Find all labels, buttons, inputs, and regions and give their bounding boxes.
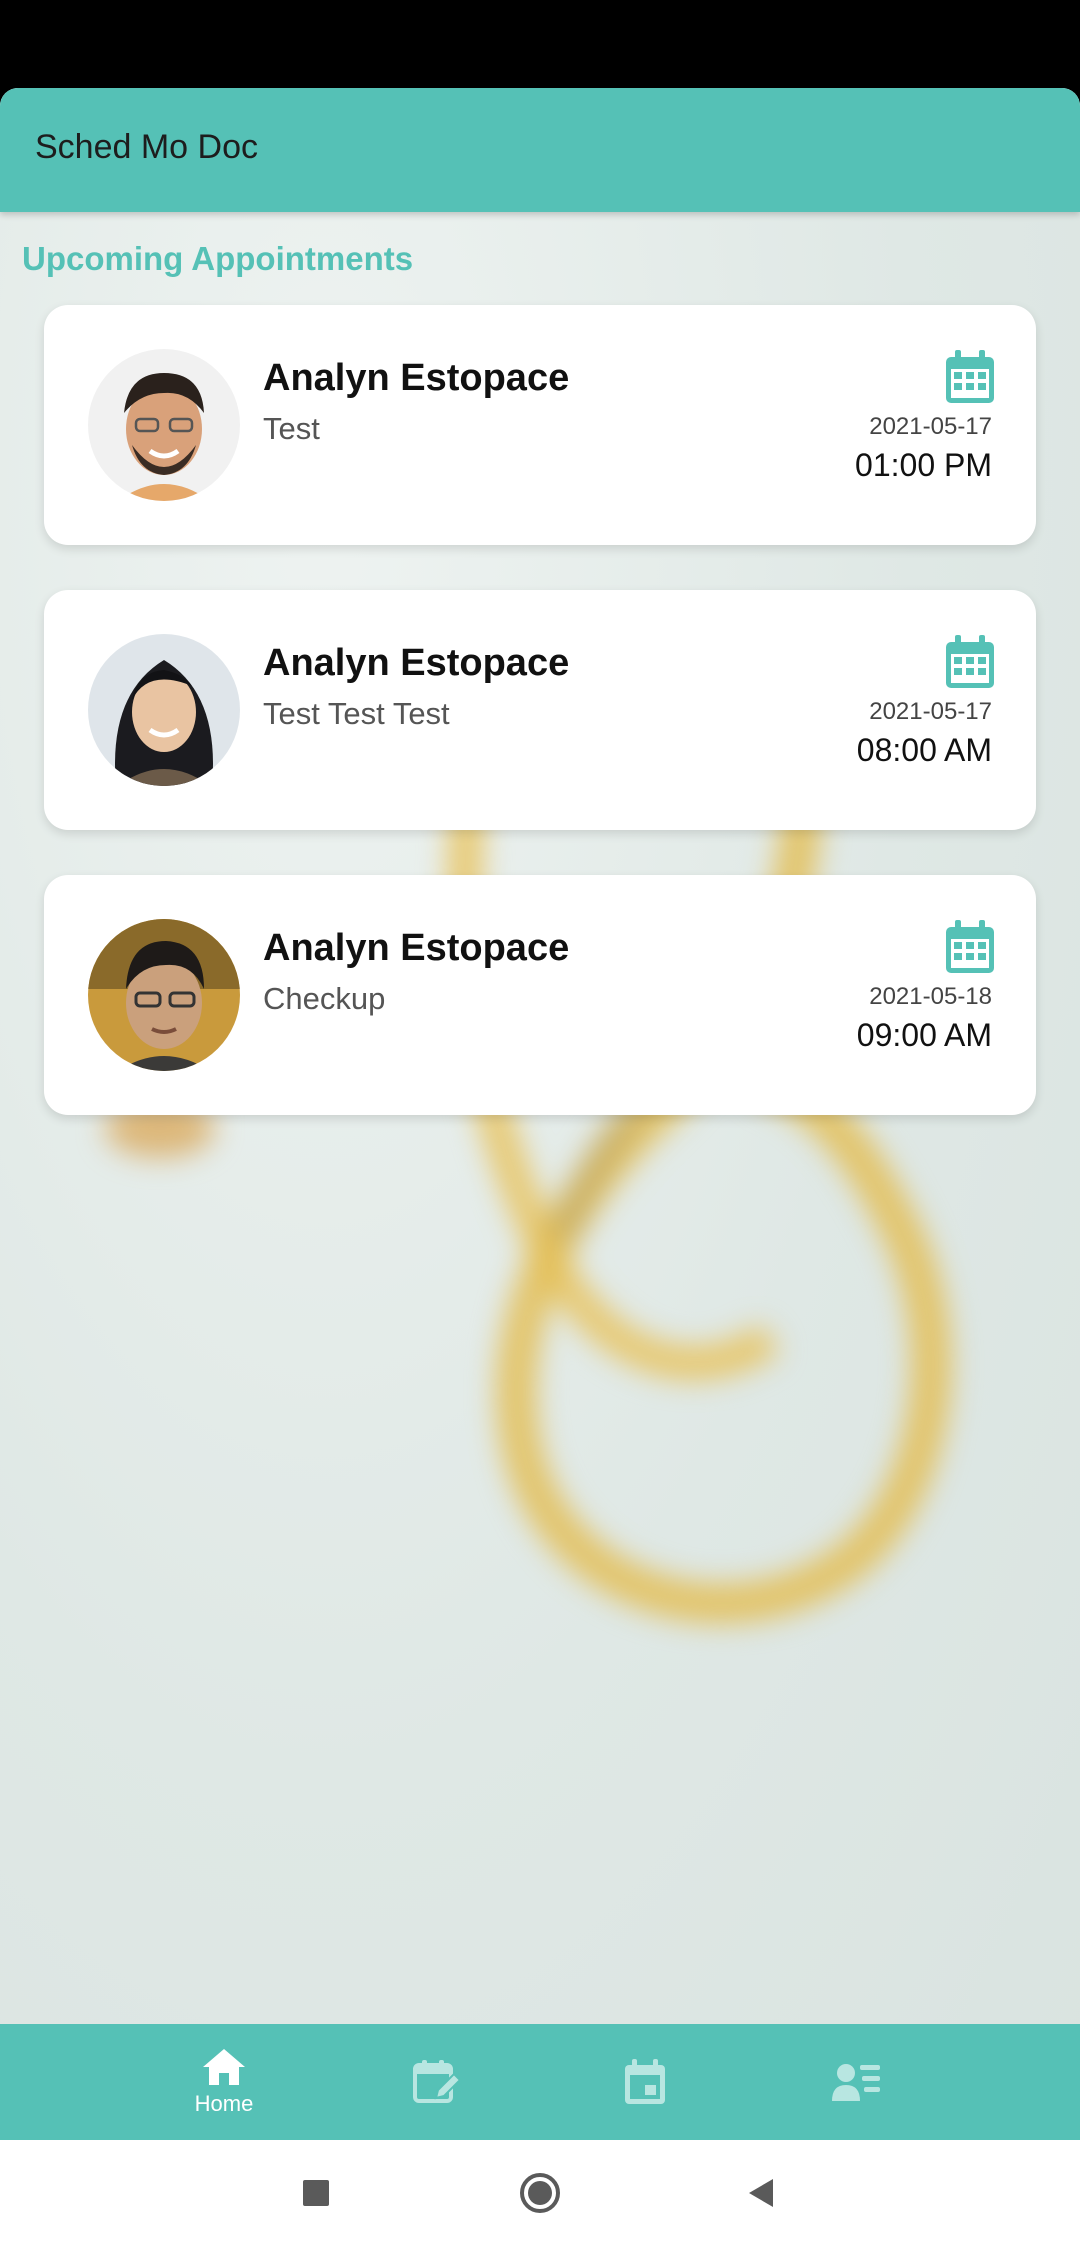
appointment-card[interactable]: Analyn Estopace Test 2021-05-17 01:00 PM — [44, 305, 1036, 545]
home-circle-icon — [520, 2173, 560, 2213]
calendar-icon — [946, 635, 994, 688]
back-triangle-icon — [749, 2179, 773, 2207]
back-button[interactable] — [728, 2160, 794, 2226]
nav-schedule-appointment[interactable] — [366, 2024, 506, 2140]
appointment-description: Test Test Test — [263, 696, 450, 731]
bottom-navigation: Home — [0, 2024, 1080, 2140]
avatar — [88, 634, 240, 786]
appointment-card[interactable]: Analyn Estopace Test Test Test 2021-05-1… — [44, 590, 1036, 830]
appointment-time: 01:00 PM — [855, 447, 992, 483]
nav-home[interactable]: Home — [154, 2024, 294, 2140]
calendar-event-icon — [625, 2059, 665, 2104]
nav-home-label: Home — [194, 2091, 254, 2116]
nav-profile[interactable] — [786, 2024, 926, 2140]
patient-name: Analyn Estopace — [263, 927, 570, 969]
recents-square-icon — [303, 2180, 329, 2206]
app-bar: Sched Mo Doc — [0, 88, 1080, 212]
nav-calendar[interactable] — [575, 2024, 715, 2140]
appointment-description: Test — [263, 411, 320, 446]
avatar — [88, 349, 240, 501]
appointment-date: 2021-05-17 — [869, 698, 992, 725]
system-navigation-bar — [0, 2140, 1080, 2246]
home-icon — [203, 2049, 245, 2085]
app-screen: Sched Mo Doc Upcoming Appointments Analy… — [0, 88, 1080, 2140]
status-bar — [0, 0, 1080, 88]
calendar-icon — [946, 920, 994, 973]
patient-name: Analyn Estopace — [263, 357, 570, 399]
avatar — [88, 919, 240, 1071]
calendar-icon — [946, 350, 994, 403]
appointment-date: 2021-05-18 — [869, 983, 992, 1010]
appointment-card[interactable]: Analyn Estopace Checkup 2021-05-18 09:00… — [44, 875, 1036, 1115]
appointment-time: 09:00 AM — [856, 1017, 992, 1053]
profile-list-icon — [832, 2064, 880, 2101]
app-title: Sched Mo Doc — [35, 128, 258, 166]
calendar-edit-icon — [413, 2060, 460, 2103]
appointment-time: 08:00 AM — [856, 732, 992, 768]
section-title: Upcoming Appointments — [22, 240, 414, 277]
appointment-date: 2021-05-17 — [869, 413, 992, 440]
recents-button[interactable] — [283, 2160, 349, 2226]
appointment-description: Checkup — [263, 981, 386, 1016]
system-home-button[interactable] — [507, 2160, 573, 2226]
patient-name: Analyn Estopace — [263, 642, 570, 684]
